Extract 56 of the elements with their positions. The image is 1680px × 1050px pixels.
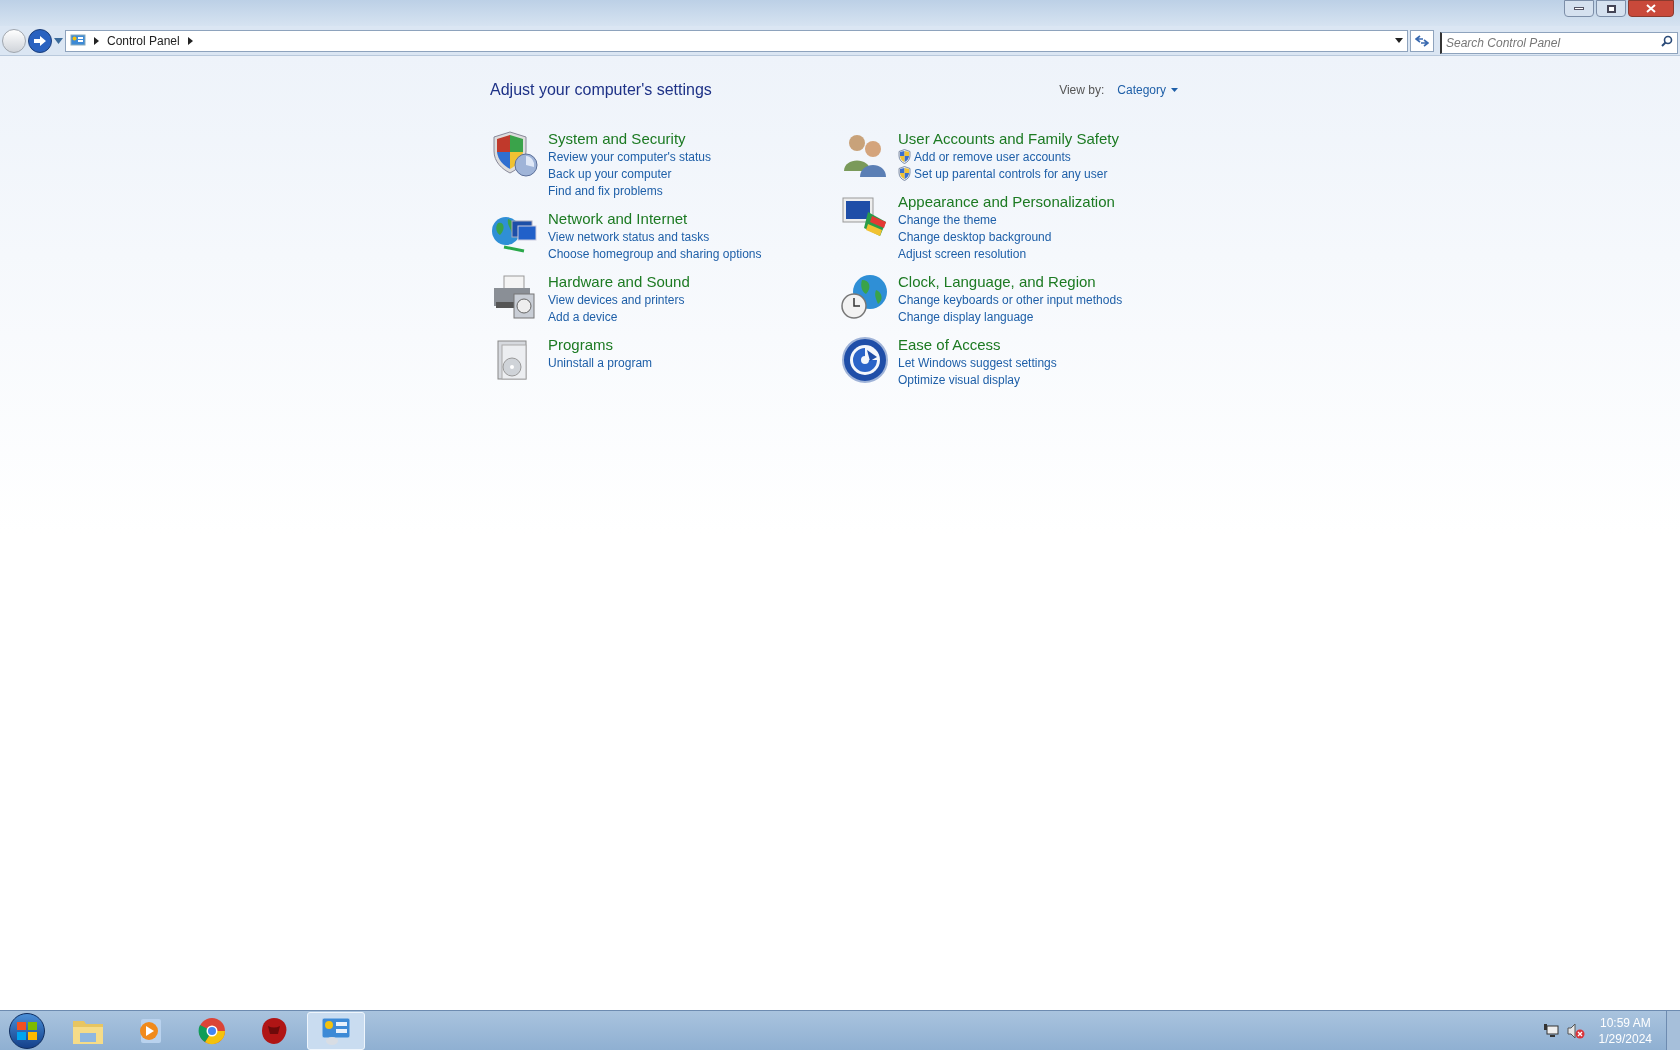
category-link[interactable]: Optimize visual display: [898, 370, 1021, 389]
refresh-button[interactable]: [1410, 29, 1434, 52]
category-link[interactable]: Find and fix problems: [548, 181, 663, 200]
category-link[interactable]: Set up parental controls for any user: [914, 164, 1108, 183]
category-title[interactable]: Clock, Language, and Region: [898, 272, 1123, 291]
category-title[interactable]: Ease of Access: [898, 335, 1057, 354]
category-title[interactable]: Appearance and Personalization: [898, 192, 1115, 211]
category-link[interactable]: Choose homegroup and sharing options: [548, 244, 762, 263]
restore-button[interactable]: [1596, 0, 1626, 17]
refresh-icon: [1415, 34, 1429, 47]
start-button[interactable]: [9, 1012, 45, 1049]
category-link[interactable]: Review your computer's status: [548, 147, 712, 166]
category-link[interactable]: Adjust screen resolution: [898, 244, 1027, 263]
category-title[interactable]: Programs: [548, 335, 653, 354]
category-title[interactable]: Hardware and Sound: [548, 272, 690, 291]
shield-icon: [490, 129, 540, 179]
minimize-button[interactable]: [1564, 0, 1594, 17]
category-title[interactable]: Network and Internet: [548, 209, 762, 228]
control-panel-icon[interactable]: [320, 1015, 352, 1046]
app-icon[interactable]: [259, 1015, 289, 1046]
page-heading: Adjust your computer's settings: [490, 80, 712, 100]
dropdown-icon[interactable]: [1395, 38, 1403, 43]
windows-logo-icon: [17, 1021, 37, 1040]
control-panel-icon: [70, 33, 86, 48]
category-link[interactable]: Add a device: [548, 307, 618, 326]
globe-clock-icon: [840, 272, 890, 322]
muted-speaker-icon[interactable]: [1566, 1022, 1585, 1039]
taskbar-button[interactable]: [307, 1011, 365, 1050]
category-link[interactable]: Change keyboards or other input methods: [898, 290, 1123, 309]
browser-icon[interactable]: [197, 1015, 227, 1046]
category-title[interactable]: System and Security: [548, 129, 712, 148]
category-title[interactable]: User Accounts and Family Safety: [898, 129, 1119, 148]
search-icon: [1661, 34, 1673, 47]
close-button[interactable]: [1628, 0, 1674, 17]
category-link[interactable]: Change desktop background: [898, 227, 1052, 246]
category-link[interactable]: View devices and printers: [548, 290, 685, 309]
accessibility-icon: [840, 335, 890, 385]
category-link[interactable]: Change the theme: [898, 210, 997, 229]
category-link[interactable]: Change display language: [898, 307, 1034, 326]
search-field[interactable]: Search Control Panel: [1440, 31, 1678, 54]
category-link[interactable]: Let Windows suggest settings: [898, 353, 1057, 372]
category-link[interactable]: Uninstall a program: [548, 353, 653, 372]
caret-icon: [1171, 88, 1178, 92]
category-link[interactable]: Add or remove user accounts: [914, 147, 1071, 166]
breadcrumb[interactable]: Control Panel: [107, 31, 180, 50]
forward-button[interactable]: [28, 28, 52, 53]
network-icon[interactable]: [1542, 1022, 1559, 1039]
view-by-dropdown[interactable]: Category: [1117, 81, 1178, 99]
chevron-right-icon: [94, 36, 99, 45]
close-icon: [1646, 4, 1656, 13]
address-bar[interactable]: Control Panel: [65, 29, 1408, 52]
view-by-label: View by:: [1059, 82, 1105, 99]
chevron-right-icon: [187, 36, 193, 45]
arrow-right-icon: [33, 34, 47, 47]
category-link[interactable]: Back up your computer: [548, 164, 672, 183]
category-link[interactable]: View network status and tasks: [548, 227, 710, 246]
